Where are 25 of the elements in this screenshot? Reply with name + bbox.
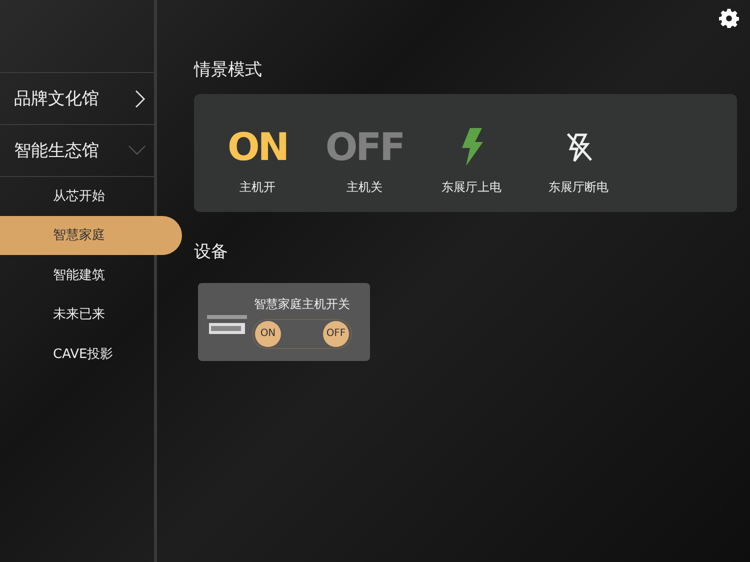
device-icon [206,313,248,335]
sidebar-item[interactable]: 智慧家庭 [0,216,182,255]
chevron-down-icon [128,145,146,156]
group-label: 智能生态馆 [14,140,99,162]
scene-label: 主机开 [240,179,276,196]
scene-label: 东展厅断电 [548,179,608,196]
section-title: 情景模式 [194,59,262,81]
sidebar-group[interactable]: 品牌文化馆 [0,72,154,125]
sidebar-item[interactable]: CAVE投影 [0,334,154,374]
switch-button[interactable]: OFF [323,320,349,346]
lightning-icon[interactable] [460,128,484,166]
sidebar-item[interactable]: 从芯开始 [0,176,154,216]
sidebar-group[interactable]: 智能生态馆 [0,124,154,177]
sidebar-item[interactable]: 未来已来 [0,294,154,334]
sidebar-item[interactable]: 智能建筑 [0,255,154,294]
scene-label: 主机关 [346,179,382,196]
switch-button[interactable]: ON [255,320,281,346]
lightning-off-icon[interactable] [564,131,592,163]
chevron-right-icon [135,90,146,108]
group-label: 品牌文化馆 [14,88,99,110]
settings-icon[interactable] [719,8,739,28]
section-title: 设备 [194,241,228,263]
device-name: 智慧家庭主机开关 [254,296,350,312]
scene-label: 东展厅上电 [442,179,502,196]
on-button[interactable]: ON [227,125,288,169]
